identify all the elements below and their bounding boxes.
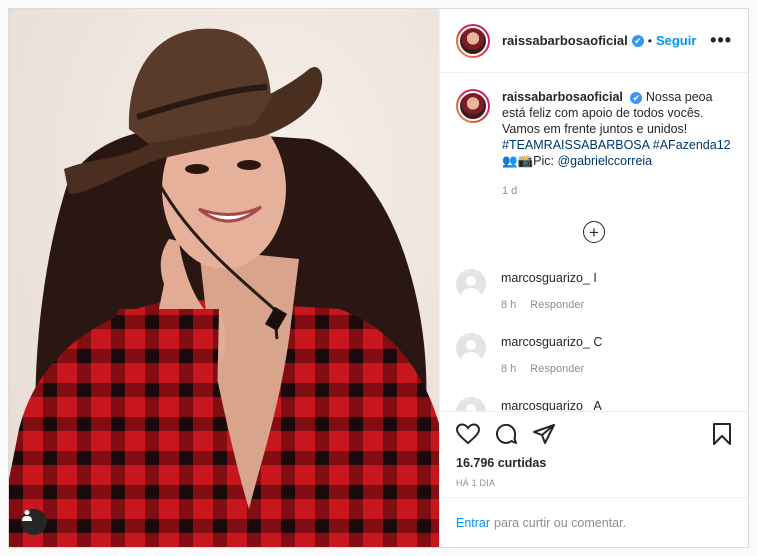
bookmark-icon[interactable] bbox=[712, 422, 732, 446]
comment-item: marcosguarizo_ A bbox=[456, 397, 732, 411]
post-actions: 16.796 curtidas HÁ 1 DIA bbox=[440, 411, 748, 497]
comment-text: I bbox=[593, 271, 597, 285]
credit-user-link[interactable]: @gabrielccorreia bbox=[557, 154, 652, 168]
post-header: raissabarbosaoficial ✔ • Seguir ••• bbox=[440, 9, 748, 73]
login-prompt-text: para curtir ou comentar. bbox=[494, 515, 627, 530]
login-prompt: Entrar para curtir ou comentar. bbox=[440, 497, 748, 547]
reply-button[interactable]: Responder bbox=[530, 299, 584, 311]
likes-count[interactable]: 16.796 curtidas bbox=[456, 456, 732, 470]
commenter-username[interactable]: marcosguarizo_ bbox=[501, 399, 590, 411]
comment-item: marcosguarizo_ C 8 h Responder bbox=[456, 333, 732, 375]
caption-verified-badge-icon: ✔ bbox=[630, 91, 643, 104]
post-date: HÁ 1 DIA bbox=[456, 478, 496, 488]
comment-time: 8 h bbox=[501, 363, 517, 375]
load-more-comments[interactable]: + bbox=[456, 221, 732, 243]
comment-text: C bbox=[593, 335, 603, 349]
comment-icon[interactable] bbox=[494, 422, 518, 446]
author-avatar[interactable] bbox=[456, 23, 490, 58]
commenter-username[interactable]: marcosguarizo_ bbox=[501, 335, 590, 349]
commenter-avatar[interactable] bbox=[456, 397, 486, 411]
tagged-users-button[interactable] bbox=[21, 509, 47, 535]
plus-circle-icon[interactable]: + bbox=[583, 221, 605, 243]
hashtag-link[interactable]: #TEAMRAISSABARBOSA bbox=[502, 138, 649, 152]
more-options-icon[interactable]: ••• bbox=[710, 30, 732, 51]
share-icon[interactable] bbox=[532, 422, 556, 446]
verified-badge-icon: ✔ bbox=[631, 34, 644, 47]
heart-icon[interactable] bbox=[456, 423, 480, 445]
caption-credit: 👥📸Pic: bbox=[502, 154, 554, 168]
separator-dot: • bbox=[647, 33, 652, 48]
commenter-avatar[interactable] bbox=[456, 333, 486, 363]
user-icon bbox=[22, 510, 32, 521]
hashtag-link[interactable]: #AFazenda12 bbox=[653, 138, 731, 152]
follow-button[interactable]: Seguir bbox=[656, 33, 696, 48]
comment-item: marcosguarizo_ I 8 h Responder bbox=[456, 269, 732, 311]
photo-illustration bbox=[9, 9, 439, 547]
reply-button[interactable]: Responder bbox=[530, 363, 584, 375]
post-modal: raissabarbosaoficial ✔ • Seguir ••• rais… bbox=[8, 8, 749, 548]
caption-username[interactable]: raissabarbosaoficial bbox=[502, 90, 623, 104]
post-caption: raissabarbosaoficial ✔ Nossa peoa está f… bbox=[456, 89, 732, 199]
post-side-panel: raissabarbosaoficial ✔ • Seguir ••• rais… bbox=[439, 9, 748, 547]
commenter-avatar[interactable] bbox=[456, 269, 486, 299]
commenter-username[interactable]: marcosguarizo_ bbox=[501, 271, 590, 285]
caption-avatar[interactable] bbox=[456, 89, 490, 123]
comment-text: A bbox=[593, 399, 602, 411]
comment-time: 8 h bbox=[501, 299, 517, 311]
author-username[interactable]: raissabarbosaoficial bbox=[502, 33, 628, 48]
post-photo[interactable] bbox=[9, 9, 439, 547]
comments-list[interactable]: raissabarbosaoficial ✔ Nossa peoa está f… bbox=[440, 73, 748, 411]
caption-age: 1 d bbox=[502, 185, 518, 197]
login-link[interactable]: Entrar bbox=[456, 516, 490, 530]
